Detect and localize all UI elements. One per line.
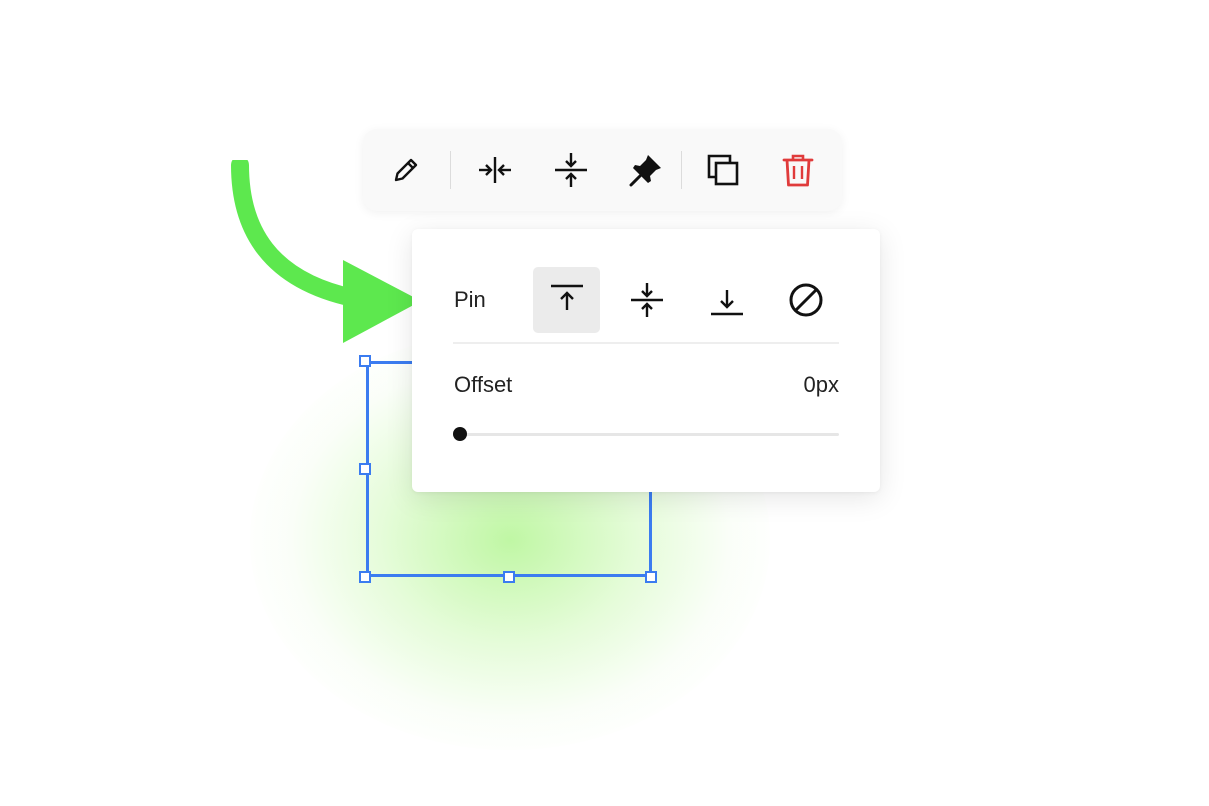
trash-icon (782, 154, 814, 187)
element-toolbar (363, 129, 842, 211)
resize-handle-bottom-left[interactable] (359, 571, 371, 583)
resize-handle-bottom-middle[interactable] (503, 571, 515, 583)
toolbar-divider (681, 151, 682, 189)
panel-divider (453, 342, 839, 344)
prohibited-icon (789, 283, 822, 317)
arrows-in-vertical-icon (555, 153, 587, 187)
align-center-horizontal-button[interactable] (475, 150, 515, 190)
resize-handle-middle-left[interactable] (359, 463, 371, 475)
pencil-icon (394, 158, 418, 182)
offset-value: 0px (803, 372, 839, 397)
pin-button[interactable] (626, 150, 666, 190)
pin-bottom-icon (710, 290, 743, 316)
duplicate-icon (707, 154, 739, 186)
edit-button[interactable] (386, 150, 426, 190)
offset-slider[interactable] (453, 427, 839, 441)
toolbar-divider (450, 151, 451, 189)
pin-center-option[interactable] (613, 267, 680, 333)
resize-handle-top-left[interactable] (359, 355, 371, 367)
offset-slider-thumb[interactable] (453, 427, 467, 441)
design-canvas[interactable]: Pin Offset 0px (0, 0, 1209, 806)
pin-top-option[interactable] (533, 267, 600, 333)
offset-label: Offset (454, 372, 513, 397)
pin-panel: Pin Offset 0px (412, 229, 880, 492)
align-center-vertical-button[interactable] (551, 150, 591, 190)
pin-bottom-option[interactable] (693, 267, 760, 333)
duplicate-button[interactable] (703, 150, 743, 190)
resize-handle-bottom-right[interactable] (645, 571, 657, 583)
arrows-in-horizontal-icon (479, 157, 511, 183)
pin-center-icon (630, 283, 663, 317)
pin-none-option[interactable] (772, 267, 839, 333)
pin-label: Pin (454, 287, 486, 312)
delete-button[interactable] (778, 150, 818, 190)
pin-top-icon (550, 284, 583, 310)
pin-icon (629, 155, 661, 187)
